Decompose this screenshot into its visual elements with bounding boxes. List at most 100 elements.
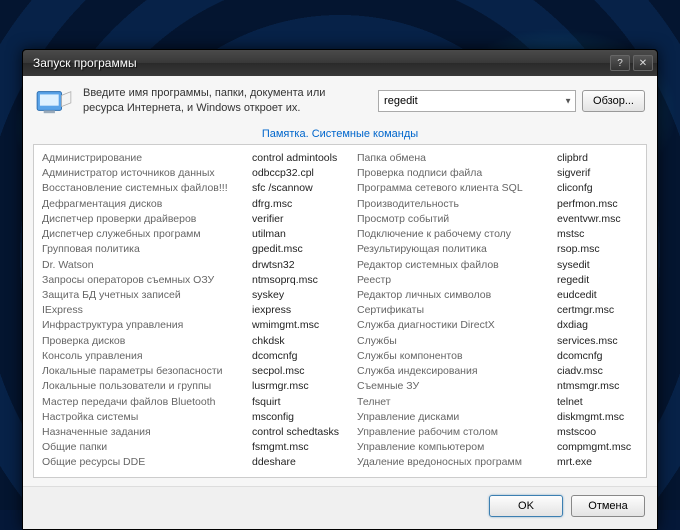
window-body: Введите имя программы, папки, документа …	[23, 76, 657, 529]
list-item[interactable]: sysedit	[557, 258, 639, 273]
list-item[interactable]: Групповая политика	[42, 242, 252, 257]
list-item[interactable]: Восстановление системных файлов!!!	[42, 181, 252, 196]
list-item[interactable]: Реестр	[357, 273, 557, 288]
list-item[interactable]: iexpress	[252, 303, 357, 318]
list-item[interactable]: Служба индексирования	[357, 364, 557, 379]
list-item[interactable]: Инфраструктура управления	[42, 318, 252, 333]
list-item[interactable]: mrt.exe	[557, 455, 639, 470]
list-item[interactable]: dcomcnfg	[252, 349, 357, 364]
list-item[interactable]: Управление компьютером	[357, 440, 557, 455]
list-item[interactable]: Редактор системных файлов	[357, 258, 557, 273]
list-item[interactable]: services.msc	[557, 334, 639, 349]
cancel-button[interactable]: Отмена	[571, 495, 645, 517]
run-input[interactable]	[378, 90, 576, 112]
list-item[interactable]: Папка обмена	[357, 151, 557, 166]
memo-link[interactable]: Памятка. Системные команды	[23, 126, 657, 144]
list-item[interactable]: Проверка подписи файла	[357, 166, 557, 181]
list-item[interactable]: utilman	[252, 227, 357, 242]
list-item[interactable]: dfrg.msc	[252, 197, 357, 212]
column-commands-2: clipbrdsigverifcliconfgperfmon.msceventv…	[557, 151, 639, 471]
list-item[interactable]: drwtsn32	[252, 258, 357, 273]
list-item[interactable]: dxdiag	[557, 318, 639, 333]
list-item[interactable]: Служба диагностики DirectX	[357, 318, 557, 333]
list-item[interactable]: syskey	[252, 288, 357, 303]
list-item[interactable]: Управление дисками	[357, 410, 557, 425]
list-item[interactable]: IExpress	[42, 303, 252, 318]
list-item[interactable]: Настройка системы	[42, 410, 252, 425]
list-item[interactable]: gpedit.msc	[252, 242, 357, 257]
run-icon	[35, 86, 73, 116]
list-item[interactable]: Редактор личных символов	[357, 288, 557, 303]
list-item[interactable]: Просмотр событий	[357, 212, 557, 227]
list-item[interactable]: Мастер передачи файлов Bluetooth	[42, 395, 252, 410]
run-description: Введите имя программы, папки, документа …	[83, 86, 368, 116]
list-item[interactable]: clipbrd	[557, 151, 639, 166]
list-item[interactable]: Удаление вредоносных программ	[357, 455, 557, 470]
browse-button[interactable]: Обзор...	[582, 90, 645, 112]
list-item[interactable]: rsop.msc	[557, 242, 639, 257]
list-item[interactable]: Съемные ЗУ	[357, 379, 557, 394]
list-item[interactable]: Локальные пользователи и группы	[42, 379, 252, 394]
list-item[interactable]: sfc /scannow	[252, 181, 357, 196]
ok-button[interactable]: OK	[489, 495, 563, 517]
list-item[interactable]: wmimgmt.msc	[252, 318, 357, 333]
list-item[interactable]: Диспетчер проверки драйверов	[42, 212, 252, 227]
list-item[interactable]: Службы	[357, 334, 557, 349]
list-item[interactable]: ddeshare	[252, 455, 357, 470]
list-item[interactable]: Назначенные задания	[42, 425, 252, 440]
header-row: Введите имя программы, папки, документа …	[23, 76, 657, 126]
list-item[interactable]: eventvwr.msc	[557, 212, 639, 227]
list-item[interactable]: mstscoo	[557, 425, 639, 440]
list-item[interactable]: Программа сетевого клиента SQL	[357, 181, 557, 196]
list-item[interactable]: secpol.msc	[252, 364, 357, 379]
list-item[interactable]: Защита БД учетных записей	[42, 288, 252, 303]
run-input-wrap: ▼	[378, 90, 576, 112]
titlebar[interactable]: Запуск программы ? ✕	[23, 50, 657, 76]
list-item[interactable]: ntmsmgr.msc	[557, 379, 639, 394]
list-item[interactable]: fsquirt	[252, 395, 357, 410]
window-title: Запуск программы	[33, 56, 607, 70]
list-item[interactable]: Сертификаты	[357, 303, 557, 318]
list-item[interactable]: Управление рабочим столом	[357, 425, 557, 440]
list-item[interactable]: telnet	[557, 395, 639, 410]
list-item[interactable]: lusrmgr.msc	[252, 379, 357, 394]
list-item[interactable]: Администрирование	[42, 151, 252, 166]
help-button[interactable]: ?	[610, 55, 630, 71]
list-item[interactable]: dcomcnfg	[557, 349, 639, 364]
list-item[interactable]: Запросы операторов съемных ОЗУ	[42, 273, 252, 288]
list-item[interactable]: Дефрагментация дисков	[42, 197, 252, 212]
list-item[interactable]: Результирующая политика	[357, 242, 557, 257]
list-item[interactable]: control schedtasks	[252, 425, 357, 440]
list-item[interactable]: Службы компонентов	[357, 349, 557, 364]
list-item[interactable]: chkdsk	[252, 334, 357, 349]
list-item[interactable]: odbccp32.cpl	[252, 166, 357, 181]
list-item[interactable]: Общие ресурсы DDE	[42, 455, 252, 470]
list-item[interactable]: Подключение к рабочему столу	[357, 227, 557, 242]
list-item[interactable]: perfmon.msc	[557, 197, 639, 212]
list-item[interactable]: Администратор источников данных	[42, 166, 252, 181]
list-item[interactable]: verifier	[252, 212, 357, 227]
list-item[interactable]: control admintools	[252, 151, 357, 166]
list-item[interactable]: regedit	[557, 273, 639, 288]
list-item[interactable]: Dr. Watson	[42, 258, 252, 273]
list-item[interactable]: fsmgmt.msc	[252, 440, 357, 455]
list-item[interactable]: Общие папки	[42, 440, 252, 455]
list-item[interactable]: msconfig	[252, 410, 357, 425]
list-item[interactable]: Телнет	[357, 395, 557, 410]
list-item[interactable]: Консоль управления	[42, 349, 252, 364]
list-item[interactable]: Локальные параметры безопасности	[42, 364, 252, 379]
list-item[interactable]: cliconfg	[557, 181, 639, 196]
list-item[interactable]: Диспетчер служебных программ	[42, 227, 252, 242]
list-item[interactable]: Производительность	[357, 197, 557, 212]
list-item[interactable]: compmgmt.msc	[557, 440, 639, 455]
close-button[interactable]: ✕	[633, 55, 653, 71]
list-item[interactable]: ntmsoprq.msc	[252, 273, 357, 288]
list-item[interactable]: mstsc	[557, 227, 639, 242]
list-item[interactable]: diskmgmt.msc	[557, 410, 639, 425]
column-names-1: АдминистрированиеАдминистратор источнико…	[42, 151, 252, 471]
list-item[interactable]: Проверка дисков	[42, 334, 252, 349]
list-item[interactable]: sigverif	[557, 166, 639, 181]
list-item[interactable]: certmgr.msc	[557, 303, 639, 318]
list-item[interactable]: eudcedit	[557, 288, 639, 303]
list-item[interactable]: ciadv.msc	[557, 364, 639, 379]
